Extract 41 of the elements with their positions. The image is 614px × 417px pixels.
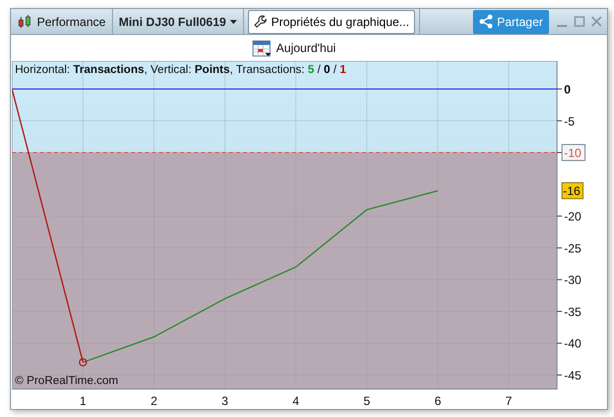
threshold-value-tag: -10 [562,144,586,162]
y-axis-label: -30 [564,273,582,288]
close-icon[interactable] [591,16,602,27]
y-tick-label: -10 [564,146,582,160]
x-axis-label: 3 [222,394,228,408]
caret-icon [230,20,238,24]
y-tick [556,216,562,217]
y-tick [556,279,562,280]
y-tick [556,88,562,90]
y-axis-label: -35 [564,304,582,319]
y-axis-label: -45 [564,368,582,383]
wrench-icon [254,15,268,28]
y-axis-label: -25 [564,241,582,256]
y-tick [556,342,562,344]
y-tick [556,310,562,312]
point-marker [78,358,88,366]
chart-info-text: Horizontal: Transactions, Vertical: Points, Transactions: 5 / 0 / 1 [15,63,346,78]
y-tick [556,152,562,154]
window-title: Performance [37,14,106,30]
share-icon [478,14,493,29]
y-axis-label: 0 [564,82,571,96]
x-axis-label: 4 [292,394,300,408]
x-axis-label: 1 [80,394,86,408]
calendar-icon [252,39,272,57]
x-axis-label: 5 [363,394,370,408]
properties-button[interactable]: Propriétés du graphique... [248,10,416,34]
x-axis-label: 6 [434,394,442,408]
x-axis-label: 7 [505,394,512,408]
x-axis-label: 2 [150,394,158,408]
y-tick [556,374,562,376]
y-axis-label: -20 [564,210,582,224]
last-value-tag: -16 [562,182,584,200]
y-axis-label: -5 [564,114,575,128]
copyright-text: © ProRealTime.com [15,374,118,389]
candlestick-icon [17,14,33,30]
y-tick [556,247,562,248]
y-tick [556,120,562,122]
instrument-dropdown[interactable]: Mini DJ30 Full0619 [118,12,238,30]
maximize-icon[interactable] [574,16,585,27]
today-button[interactable]: Aujourd'hui [252,39,336,57]
y-axis-label: -40 [564,336,582,351]
